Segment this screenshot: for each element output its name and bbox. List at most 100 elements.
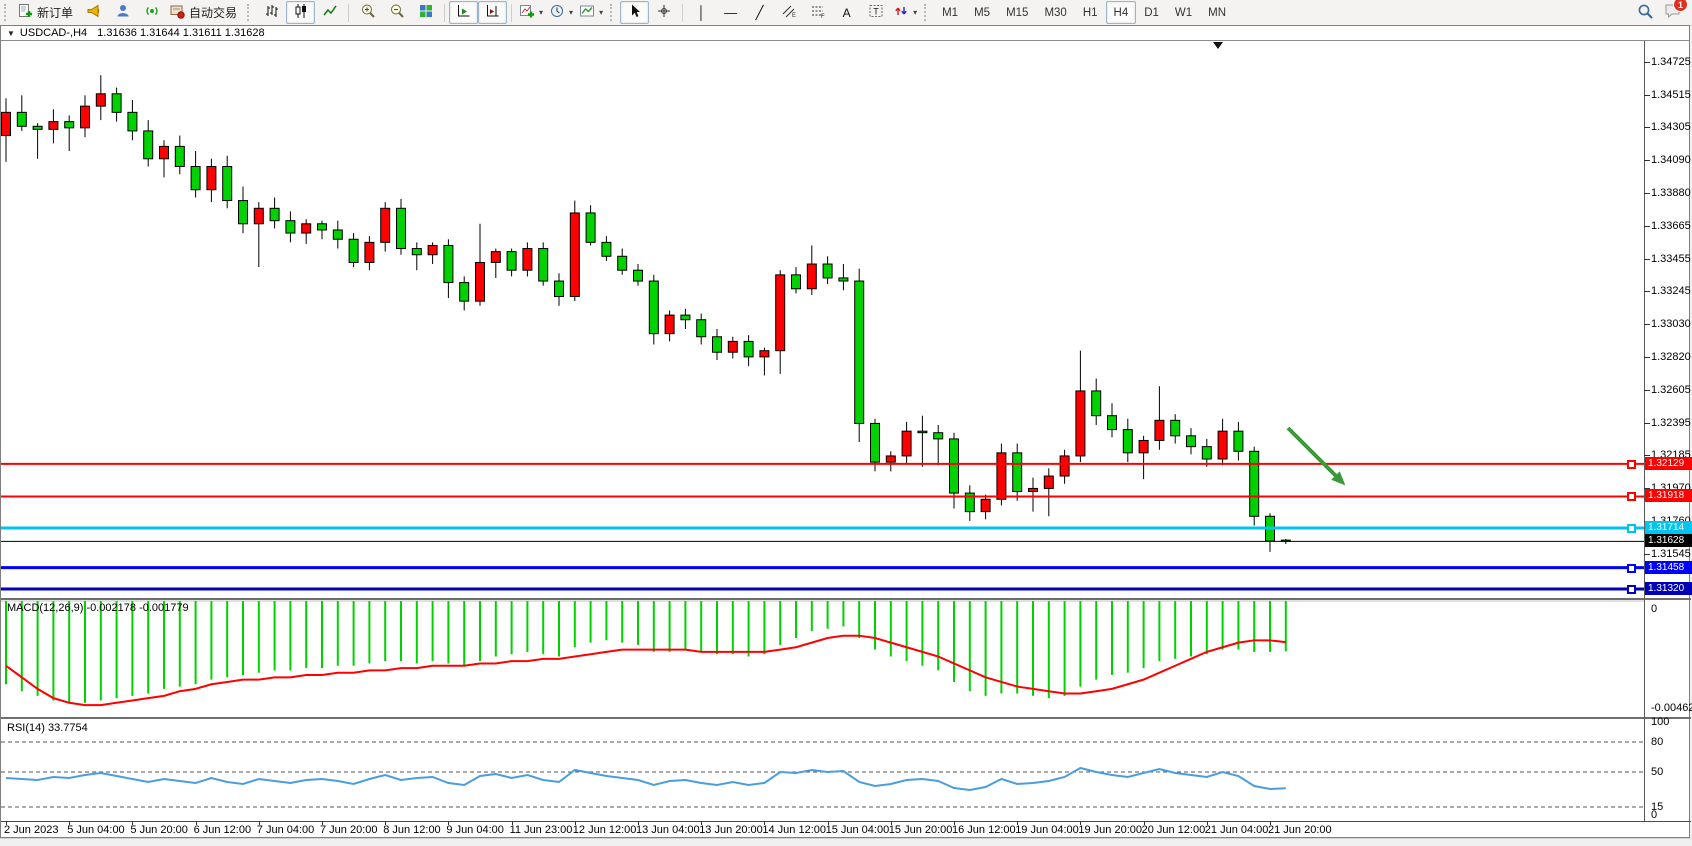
templates-button[interactable]: ▾ (576, 1, 606, 24)
price-tick (1644, 554, 1650, 555)
candle-body (823, 264, 832, 278)
text-label-tool-button[interactable]: T (861, 1, 890, 24)
candle-body (1092, 391, 1101, 416)
alerts-button[interactable] (79, 1, 108, 24)
candle-body (333, 230, 342, 239)
candle-body (160, 146, 169, 158)
price-tick-label: 1.33455 (1651, 253, 1691, 265)
toolbar-grip[interactable] (247, 4, 252, 21)
zoom-out-button[interactable] (382, 1, 411, 24)
rsi-scale-label: 0 (1651, 809, 1657, 821)
horizontal-line-tool-button[interactable]: — (716, 1, 745, 24)
arrows-tool-button[interactable]: ▾ (890, 1, 920, 24)
candle-body (1250, 451, 1259, 516)
auto-scroll-button[interactable] (478, 1, 507, 24)
time-tick (1080, 821, 1081, 825)
chart-window: ▼ USDCAD-,H4 1.31636 1.31644 1.31611 1.3… (0, 25, 1690, 838)
indicators-button[interactable]: ▾ (516, 1, 546, 24)
candle-body (728, 341, 737, 352)
candle-body (460, 283, 469, 302)
candle-body (318, 224, 327, 230)
toolbar-grip[interactable] (610, 4, 615, 21)
ohlc-strip[interactable]: ▼ USDCAD-,H4 1.31636 1.31644 1.31611 1.3… (1, 26, 1689, 41)
candle-body (1218, 431, 1227, 459)
channel-tool-button[interactable]: E (774, 1, 803, 24)
timeframe-button-h1[interactable]: H1 (1075, 1, 1106, 24)
rsi-scale-label: 50 (1651, 766, 1663, 778)
candle-body (175, 146, 184, 166)
new-order-button[interactable]: 新订单 (14, 1, 79, 24)
timeframe-button-m15[interactable]: M15 (998, 1, 1036, 24)
price-scale[interactable] (1644, 41, 1645, 821)
line-chart-button[interactable] (315, 1, 344, 24)
zoom-in-button[interactable] (353, 1, 382, 24)
trend-arrow[interactable] (1288, 428, 1339, 479)
auto-scroll-icon (485, 3, 501, 22)
cursor-tool-button[interactable] (620, 1, 649, 24)
periods-button[interactable]: ▾ (546, 1, 576, 24)
crosshair-tool-button[interactable] (649, 1, 678, 24)
price-tag[interactable]: 1.31320 (1645, 582, 1692, 595)
price-tick (1644, 291, 1650, 292)
time-label: 12 Jun 12:00 (573, 824, 637, 836)
search-icon[interactable] (1637, 3, 1654, 23)
price-tick-label: 1.33245 (1651, 285, 1691, 297)
chart-ohlc-values: 1.31636 1.31644 1.31611 1.31628 (97, 27, 264, 39)
timeframe-button-mn[interactable]: MN (1200, 1, 1234, 24)
vertical-line-tool-button[interactable]: │ (687, 1, 716, 24)
autotrading-icon (169, 3, 185, 22)
price-tag[interactable]: 1.31714 (1645, 521, 1692, 534)
chart-shift-button[interactable] (449, 1, 478, 24)
fibonacci-tool-button[interactable]: F (803, 1, 832, 24)
price-tick (1644, 62, 1650, 63)
hline-handle[interactable] (1627, 564, 1636, 573)
timeframe-button-m1[interactable]: M1 (934, 1, 966, 24)
tile-windows-icon (418, 3, 434, 22)
time-label: 19 Jun 04:00 (1015, 824, 1079, 836)
price-tag[interactable]: 1.31628 (1645, 534, 1692, 547)
time-axis[interactable] (1, 821, 1691, 822)
price-tick (1644, 226, 1650, 227)
hline-handle[interactable] (1627, 524, 1636, 533)
candle-body (918, 431, 927, 433)
toolbar-grip[interactable] (924, 4, 929, 21)
trendline-tool-button[interactable]: ╱ (745, 1, 774, 24)
candle-body (618, 256, 627, 270)
svg-text:T: T (873, 7, 879, 17)
signals-button[interactable] (137, 1, 166, 24)
candle-body (1076, 391, 1085, 456)
chart-shift-marker[interactable] (1213, 42, 1223, 49)
autotrading-button[interactable]: 自动交易 (166, 1, 243, 24)
rsi-label: RSI(14) 33.7754 (7, 722, 88, 734)
price-tag[interactable]: 1.32129 (1645, 457, 1692, 470)
timeframe-button-d1[interactable]: D1 (1136, 1, 1167, 24)
candle-body (807, 264, 816, 289)
bar-chart-button[interactable] (257, 1, 286, 24)
timeframe-bar: M1M5M15M30H1H4D1W1MN (934, 1, 1234, 24)
rsi-scale-label: 100 (1651, 716, 1669, 728)
candlestick-chart-button[interactable] (286, 1, 315, 24)
timeframe-button-m30[interactable]: M30 (1036, 1, 1074, 24)
timeframe-button-h4[interactable]: H4 (1106, 1, 1137, 24)
horizontal-line-icon: — (724, 6, 737, 19)
candlestick-chart-icon (293, 3, 309, 22)
hline-handle[interactable] (1627, 460, 1636, 469)
candle-body (602, 242, 611, 256)
chat-button[interactable]: 1 (1664, 3, 1682, 22)
price-tag[interactable]: 1.31458 (1645, 561, 1692, 574)
time-tick (1017, 821, 1018, 825)
hline-handle[interactable] (1627, 585, 1636, 594)
profile-button[interactable] (108, 1, 137, 24)
hline-handle[interactable] (1627, 492, 1636, 501)
candle-body (381, 208, 390, 242)
price-tag[interactable]: 1.31918 (1645, 489, 1692, 502)
timeframe-button-m5[interactable]: M5 (966, 1, 998, 24)
candle-body (871, 423, 880, 462)
candle-body (1202, 447, 1211, 459)
toolbar-grip[interactable] (4, 4, 9, 21)
timeframe-button-w1[interactable]: W1 (1167, 1, 1200, 24)
time-label: 19 Jun 20:00 (1078, 824, 1142, 836)
text-tool-button[interactable]: A (832, 1, 861, 24)
tile-windows-button[interactable] (411, 1, 440, 24)
arrows-icon (893, 3, 909, 22)
